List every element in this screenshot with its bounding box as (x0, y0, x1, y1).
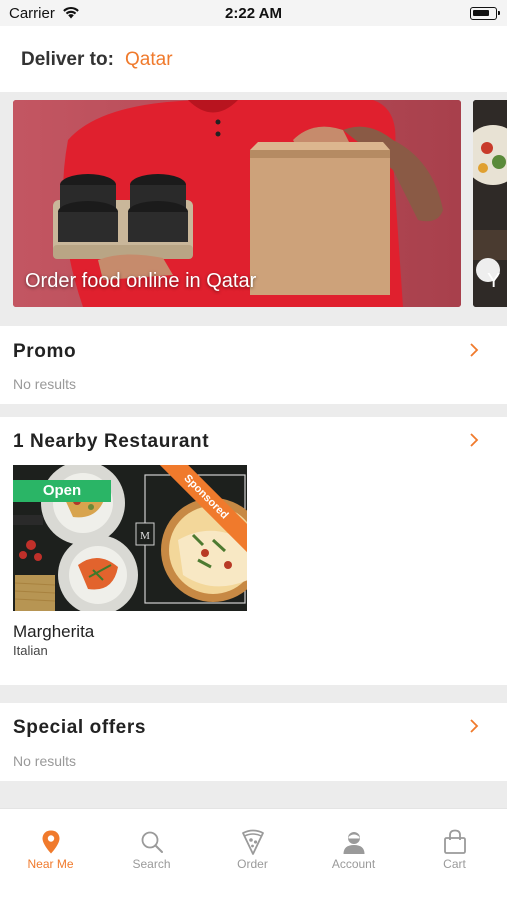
restaurant-cuisine: Italian (13, 643, 48, 658)
banner-card[interactable]: Order food online in Qatar (13, 100, 461, 307)
promo-title: Promo (13, 341, 77, 362)
open-status-badge: Open (13, 480, 111, 502)
chevron-right-icon[interactable] (469, 718, 479, 734)
delivery-location-bar[interactable]: Deliver to: Qatar (0, 26, 507, 92)
tab-near-me[interactable]: Near Me (0, 809, 101, 900)
user-icon (343, 832, 364, 854)
next-banner-card[interactable]: Y (473, 100, 507, 307)
chevron-right-icon[interactable] (469, 432, 479, 448)
clock: 2:22 AM (225, 5, 282, 22)
tab-search[interactable]: Search (101, 809, 202, 900)
tab-label: Search (132, 857, 171, 871)
pizza-slice-icon (241, 829, 264, 855)
status-bar: Carrier 2:22 AM (0, 0, 507, 26)
tab-account[interactable]: Account (303, 809, 404, 900)
tab-cart[interactable]: Cart (404, 809, 505, 900)
tab-order[interactable]: Order (202, 809, 303, 900)
tab-label: Near Me (27, 857, 74, 871)
location-pin-icon (42, 830, 59, 854)
chevron-right-icon[interactable] (469, 342, 479, 358)
tab-label: Cart (443, 857, 466, 871)
promo-section: Promo No results (0, 326, 507, 404)
banner-title: Order food online in Qatar (25, 270, 257, 292)
banner-carousel[interactable]: Order food online in Qatar Y (0, 92, 507, 324)
search-icon (141, 831, 163, 853)
restaurant-logo-letter: M (140, 530, 150, 542)
nearby-section: 1 Nearby Restaurant M Open Sponsored Mar… (0, 417, 507, 685)
deliver-to-label: Deliver to: (21, 49, 114, 70)
delivery-location-link[interactable]: Qatar (125, 49, 173, 71)
special-offers-section: Special offers No results (0, 703, 507, 781)
restaurant-name[interactable]: Margherita (13, 622, 94, 642)
next-banner-title: Y (487, 270, 501, 292)
special-offers-empty-text: No results (13, 753, 77, 769)
tab-label: Account (331, 857, 376, 871)
bottom-tab-bar: Near Me Search Order Account Cart (0, 808, 507, 900)
shopping-bag-icon (443, 829, 466, 854)
nearby-title: 1 Nearby Restaurant (13, 431, 210, 452)
battery-icon (470, 7, 500, 20)
tab-label: Order (237, 857, 268, 871)
promo-empty-text: No results (13, 376, 77, 392)
special-offers-title: Special offers (13, 717, 147, 738)
restaurant-card-image[interactable]: M Open Sponsored (13, 465, 247, 611)
